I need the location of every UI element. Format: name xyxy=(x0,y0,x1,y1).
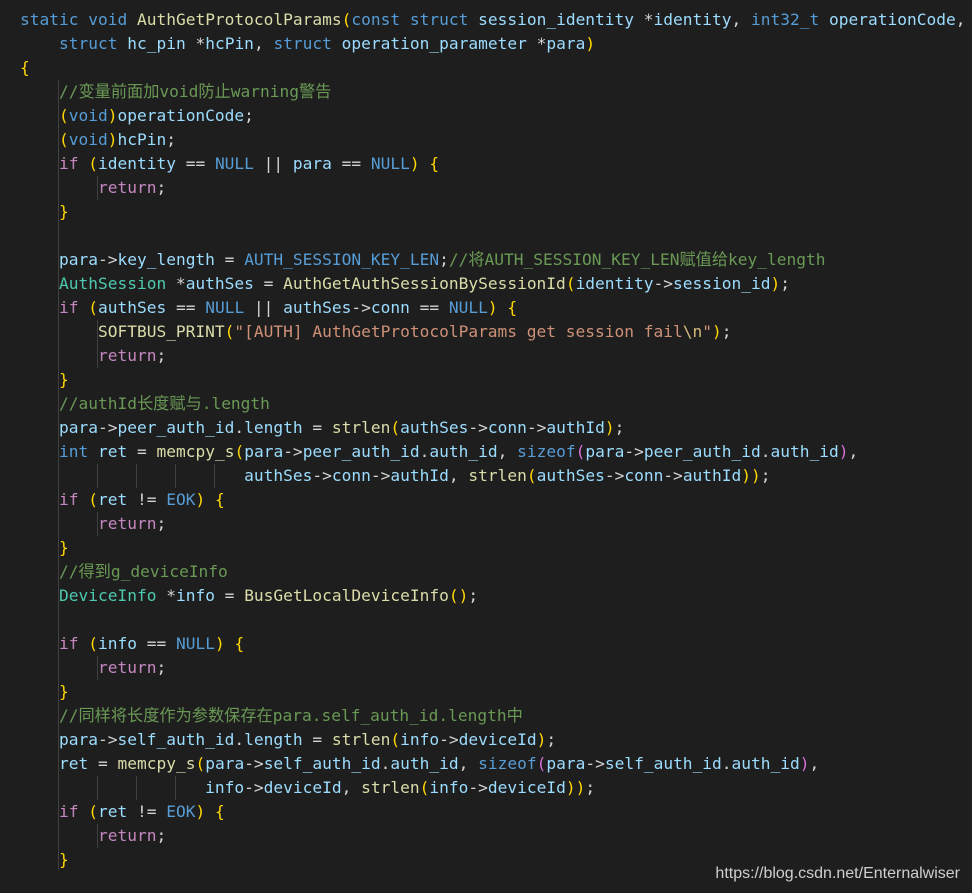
code-line[interactable]: (void)operationCode; xyxy=(20,104,254,128)
code-editor[interactable]: static void AuthGetProtocolParams(const … xyxy=(0,0,972,893)
code-line[interactable]: { xyxy=(20,56,30,80)
code-comment[interactable]: //得到g_deviceInfo xyxy=(20,560,228,584)
code-line[interactable]: if (info == NULL) { xyxy=(20,632,244,656)
code-line[interactable]: if (authSes == NULL || authSes->conn == … xyxy=(20,296,517,320)
code-line[interactable]: info->deviceId, strlen(info->deviceId)); xyxy=(20,776,595,800)
code-line[interactable]: ret = memcpy_s(para->self_auth_id.auth_i… xyxy=(20,752,819,776)
code-line[interactable]: } xyxy=(20,536,69,560)
code-line[interactable]: int ret = memcpy_s(para->peer_auth_id.au… xyxy=(20,440,858,464)
code-line[interactable]: if (ret != EOK) { xyxy=(20,800,225,824)
code-line[interactable]: } xyxy=(20,368,69,392)
code-line[interactable]: if (ret != EOK) { xyxy=(20,488,225,512)
code-line[interactable]: return; xyxy=(20,824,166,848)
code-line[interactable]: return; xyxy=(20,656,166,680)
code-line[interactable]: AuthSession *authSes = AuthGetAuthSessio… xyxy=(20,272,790,296)
code-line[interactable]: if (identity == NULL || para == NULL) { xyxy=(20,152,439,176)
code-line[interactable]: } xyxy=(20,848,69,872)
code-line[interactable]: static void AuthGetProtocolParams(const … xyxy=(20,8,965,32)
code-comment[interactable]: //同样将长度作为参数保存在para.self_auth_id.length中 xyxy=(20,704,523,728)
watermark: https://blog.csdn.net/Enternalwiser xyxy=(715,865,960,882)
code-line[interactable]: struct hc_pin *hcPin, struct operation_p… xyxy=(20,32,595,56)
code-line[interactable]: para->key_length = AUTH_SESSION_KEY_LEN;… xyxy=(20,248,826,272)
code-line[interactable]: return; xyxy=(20,344,166,368)
code-comment[interactable]: //authId长度赋与.length xyxy=(20,392,270,416)
code-line[interactable]: para->peer_auth_id.length = strlen(authS… xyxy=(20,416,624,440)
code-line[interactable]: SOFTBUS_PRINT("[AUTH] AuthGetProtocolPar… xyxy=(20,320,732,344)
code-line[interactable]: } xyxy=(20,680,69,704)
code-line[interactable]: DeviceInfo *info = BusGetLocalDeviceInfo… xyxy=(20,584,478,608)
code-line[interactable]: (void)hcPin; xyxy=(20,128,176,152)
code-line[interactable]: } xyxy=(20,200,69,224)
code-comment[interactable]: //变量前面加void防止warning警告 xyxy=(20,80,331,104)
code-line[interactable]: authSes->conn->authId, strlen(authSes->c… xyxy=(20,464,770,488)
code-line[interactable]: return; xyxy=(20,512,166,536)
code-line[interactable]: para->self_auth_id.length = strlen(info-… xyxy=(20,728,556,752)
code-line[interactable]: return; xyxy=(20,176,166,200)
